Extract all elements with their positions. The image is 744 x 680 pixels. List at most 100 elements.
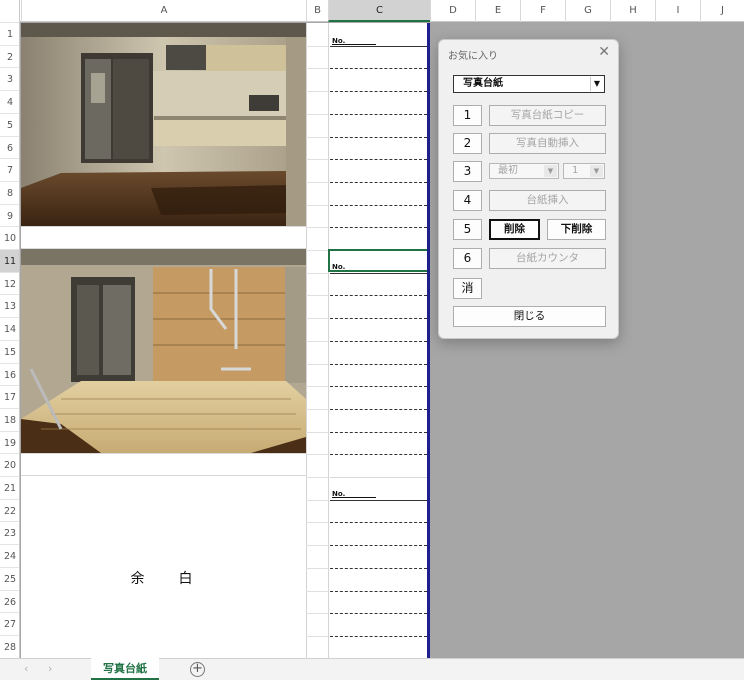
memo-line (330, 273, 427, 274)
memo-line (330, 545, 427, 546)
memo-line (330, 318, 427, 319)
button-2[interactable]: 2 (453, 133, 482, 154)
photo-room-after[interactable] (21, 249, 306, 453)
photo-kitchen-before[interactable] (21, 23, 306, 226)
gridline-b-row (306, 500, 328, 501)
column-header-h[interactable]: H (610, 0, 655, 22)
row-header-4[interactable]: 4 (0, 90, 19, 113)
row-header-24[interactable]: 24 (0, 544, 19, 567)
row-header-21[interactable]: 21 (0, 476, 19, 499)
column-header-e[interactable]: E (475, 0, 520, 22)
auto-insert-photo-button[interactable]: 写真自動挿入 (489, 133, 606, 154)
gridline-row-10-top (21, 226, 306, 227)
chevron-down-icon[interactable]: ▼ (590, 77, 603, 91)
gridline-b-row (306, 591, 328, 592)
row-header-12[interactable]: 12 (0, 271, 19, 295)
gridline-b-row (306, 454, 328, 455)
column-header-a[interactable]: A (21, 0, 306, 22)
chevron-down-icon[interactable]: ▼ (590, 165, 603, 177)
copy-photo-sheet-button[interactable]: 写真台紙コピー (489, 105, 606, 126)
memo-line (330, 91, 427, 92)
column-header-c[interactable]: C (328, 0, 430, 22)
insert-sheet-button[interactable]: 台紙挿入 (489, 190, 606, 211)
gridline-b-row (306, 409, 328, 410)
photo-number-underline-3 (332, 497, 376, 498)
row-header-8[interactable]: 8 (0, 180, 19, 204)
memo-line (330, 568, 427, 569)
prev-sheet-icon[interactable]: ‹ (24, 662, 28, 675)
delete-button[interactable]: 削除 (489, 219, 540, 240)
row-header-13[interactable]: 13 (0, 294, 19, 317)
row-header-2[interactable]: 2 (0, 44, 19, 68)
gridline-b-row (306, 568, 328, 569)
button-3[interactable]: 3 (453, 161, 482, 182)
gridline-row-20-bottom (21, 475, 306, 476)
row-header-26[interactable]: 26 (0, 589, 19, 613)
chevron-down-icon[interactable]: ▼ (544, 165, 557, 177)
row-header-25[interactable]: 25 (0, 566, 19, 590)
row-header-28[interactable]: 28 (0, 634, 19, 658)
column-header-d[interactable]: D (430, 0, 475, 22)
column-header-bar: A B C D E F G H I J (0, 0, 744, 22)
column-header-b[interactable]: B (306, 0, 328, 22)
gridline-b-row (306, 205, 328, 206)
memo-line (330, 477, 427, 478)
memo-line (330, 500, 427, 501)
row-header-20[interactable]: 20 (0, 453, 19, 476)
gridline-b-row (306, 364, 328, 365)
close-icon[interactable]: ✕ (598, 44, 610, 60)
worksheet-area[interactable]: 余白 No. No. No. (21, 23, 430, 658)
row-header-11[interactable]: 11 (0, 249, 19, 272)
memo-line (330, 114, 427, 115)
gridline-b-row (306, 137, 328, 138)
button-6[interactable]: 6 (453, 248, 482, 269)
renovated-room-photo-image (21, 249, 306, 453)
count-select[interactable]: 1 ▼ (563, 163, 605, 179)
button-4[interactable]: 4 (453, 190, 482, 211)
row-header-14[interactable]: 14 (0, 317, 19, 340)
row-header-5[interactable]: 5 (0, 112, 19, 136)
gridline-b-row (306, 159, 328, 160)
row-header-23[interactable]: 23 (0, 521, 19, 544)
row-header-17[interactable]: 17 (0, 385, 19, 408)
column-header-g[interactable]: G (565, 0, 610, 22)
row-header-1[interactable]: 1 (0, 22, 19, 45)
column-header-f[interactable]: F (520, 0, 565, 22)
clear-button[interactable]: 消 (453, 278, 482, 299)
row-header-10[interactable]: 10 (0, 226, 19, 249)
next-sheet-icon[interactable]: › (48, 662, 52, 675)
row-header-6[interactable]: 6 (0, 135, 19, 159)
gridline-b-row (306, 545, 328, 546)
sheet-tab-active[interactable]: 写真台紙 (91, 658, 159, 680)
row-header-3[interactable]: 3 (0, 67, 19, 90)
select-all-corner[interactable] (0, 0, 20, 22)
memo-line (330, 432, 427, 433)
row-header-16[interactable]: 16 (0, 362, 19, 386)
gridline-b-row (306, 477, 328, 478)
column-header-i[interactable]: I (655, 0, 700, 22)
row-header-19[interactable]: 19 (0, 430, 19, 454)
memo-line (330, 409, 427, 410)
button-1[interactable]: 1 (453, 105, 482, 126)
close-dialog-button[interactable]: 閉じる (453, 306, 606, 327)
gridline-row-20-top (21, 453, 306, 454)
delete-below-button[interactable]: 下削除 (547, 219, 606, 240)
row-header-bar: 1 2 3 4 5 6 7 8 9 10 11 12 13 14 15 16 17 18 19 20 21 22 23 24 2… (0, 22, 20, 658)
row-header-15[interactable]: 15 (0, 339, 19, 363)
start-position-select[interactable]: 最初 ▼ (489, 163, 559, 179)
button-5[interactable]: 5 (453, 219, 482, 240)
row-header-18[interactable]: 18 (0, 407, 19, 431)
add-sheet-icon[interactable]: + (190, 662, 205, 677)
column-header-j[interactable]: J (700, 0, 744, 22)
gridline-b-row (306, 295, 328, 296)
template-dropdown[interactable]: 写真台紙 ▼ (453, 75, 605, 93)
row-header-9[interactable]: 9 (0, 203, 19, 227)
photo-number-underline-1 (332, 44, 376, 45)
gridline-b-row (306, 182, 328, 183)
sheet-counter-button[interactable]: 台紙カウンタ (489, 248, 606, 269)
row-header-22[interactable]: 22 (0, 498, 19, 522)
gridline-b-c (328, 23, 329, 658)
row-header-7[interactable]: 7 (0, 158, 19, 181)
row-header-27[interactable]: 27 (0, 612, 19, 635)
active-cell-selection[interactable] (328, 249, 430, 272)
